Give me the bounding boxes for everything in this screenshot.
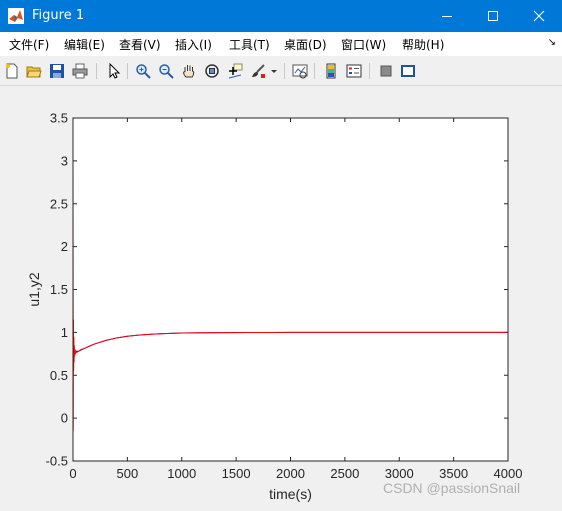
figure-toolbar: [0, 57, 562, 86]
pan-icon: [183, 65, 195, 78]
menu-view[interactable]: 查看(V): [119, 36, 161, 53]
save-icon: [50, 64, 64, 78]
x-tick-label: 4000: [494, 466, 523, 481]
link-plot-icon: [292, 64, 308, 79]
menu-insert[interactable]: 插入(I): [175, 36, 212, 53]
menu-window[interactable]: 窗口(W): [341, 36, 386, 53]
matlab-icon[interactable]: [8, 8, 24, 24]
open-file-button[interactable]: [24, 61, 44, 81]
pan-button[interactable]: [179, 61, 199, 81]
axes-background: [73, 118, 508, 461]
minimize-button[interactable]: [424, 0, 470, 32]
close-icon: [533, 10, 545, 22]
maximize-icon: [488, 11, 498, 21]
x-tick-label: 3500: [439, 466, 468, 481]
minimize-icon: [442, 16, 452, 17]
open-file-icon: [26, 66, 42, 78]
title-bar: Figure 1: [0, 0, 562, 32]
pointer-button[interactable]: [104, 61, 124, 81]
y-tick-label: 1.5: [50, 282, 68, 297]
insert-colorbar-icon: [326, 63, 336, 79]
data-cursor-icon: [228, 63, 243, 79]
close-button[interactable]: [516, 0, 562, 32]
zoom-in-button[interactable]: [133, 61, 153, 81]
y-tick-label: 2.5: [50, 196, 68, 211]
menu-bar: 文件(F) 编辑(E) 查看(V) 插入(I) 工具(T) 桌面(D) 窗口(W…: [0, 32, 562, 56]
print-icon: [72, 63, 88, 79]
x-tick-label: 0: [69, 466, 76, 481]
caret-down-icon: [271, 70, 277, 73]
brush-icon: [252, 64, 265, 78]
menu-desktop[interactable]: 桌面(D): [284, 36, 327, 53]
chevron-down-icon[interactable]: ↘: [548, 37, 556, 48]
y-axis-label: u1,y2: [26, 272, 42, 306]
toolbar-separator: [369, 63, 370, 79]
maximize-button[interactable]: [470, 0, 516, 32]
y-tick-label: 1: [61, 325, 68, 340]
x-tick-label: 3000: [385, 466, 414, 481]
y-tick-label: 3: [61, 153, 68, 168]
zoom-out-button[interactable]: [156, 61, 176, 81]
hide-plot-tools-icon: [380, 65, 392, 77]
menu-edit[interactable]: 编辑(E): [64, 36, 105, 53]
show-plot-tools-button[interactable]: [398, 61, 418, 81]
rotate-3d-button[interactable]: [202, 61, 222, 81]
y-tick-label: 0: [61, 411, 68, 426]
y-tick-label: -0.5: [46, 454, 68, 469]
line-chart: 0 500 1000 1500 2000 2500 3000 3500 4000 -0.500.…: [26, 111, 523, 503]
menu-file[interactable]: 文件(F): [9, 36, 49, 53]
window-title: Figure 1: [32, 8, 85, 23]
x-tick-label: 2500: [330, 466, 359, 481]
x-axis-label: time(s): [269, 486, 312, 502]
toolbar-separator: [314, 63, 315, 79]
y-tick-label: 2: [61, 239, 68, 254]
y-tick-label: 0.5: [50, 368, 68, 383]
toolbar-separator: [96, 63, 97, 79]
x-tick-label: 500: [117, 466, 139, 481]
x-tick-label: 1000: [167, 466, 196, 481]
insert-colorbar-button[interactable]: [321, 61, 341, 81]
menu-help[interactable]: 帮助(H): [402, 36, 444, 53]
brush-dropdown[interactable]: [268, 61, 280, 81]
pointer-icon: [109, 63, 121, 79]
show-plot-tools-icon: [401, 65, 415, 77]
save-button[interactable]: [47, 61, 67, 81]
hide-plot-tools-button[interactable]: [376, 61, 396, 81]
insert-legend-button[interactable]: [344, 61, 364, 81]
insert-legend-icon: [346, 64, 362, 78]
data-cursor-button[interactable]: [225, 61, 245, 81]
figure-canvas: 0 500 1000 1500 2000 2500 3000 3500 4000 -0.5 0 0.…: [0, 86, 562, 507]
toolbar-separator: [127, 63, 128, 79]
rotate-3d-icon: [205, 64, 219, 78]
menu-tools[interactable]: 工具(T): [229, 36, 270, 53]
brush-button[interactable]: [248, 61, 268, 81]
new-figure-icon: [6, 63, 18, 79]
new-figure-button[interactable]: [2, 61, 22, 81]
y-tick-label: 3.5: [50, 111, 68, 126]
x-tick-label: 2000: [276, 466, 305, 481]
print-button[interactable]: [70, 61, 90, 81]
zoom-out-icon: [159, 64, 174, 79]
x-tick-label: 1500: [222, 466, 251, 481]
watermark: CSDN @passionSnail: [383, 480, 521, 496]
zoom-in-icon: [136, 64, 151, 79]
toolbar-separator: [284, 63, 285, 79]
link-plot-button[interactable]: [290, 61, 310, 81]
